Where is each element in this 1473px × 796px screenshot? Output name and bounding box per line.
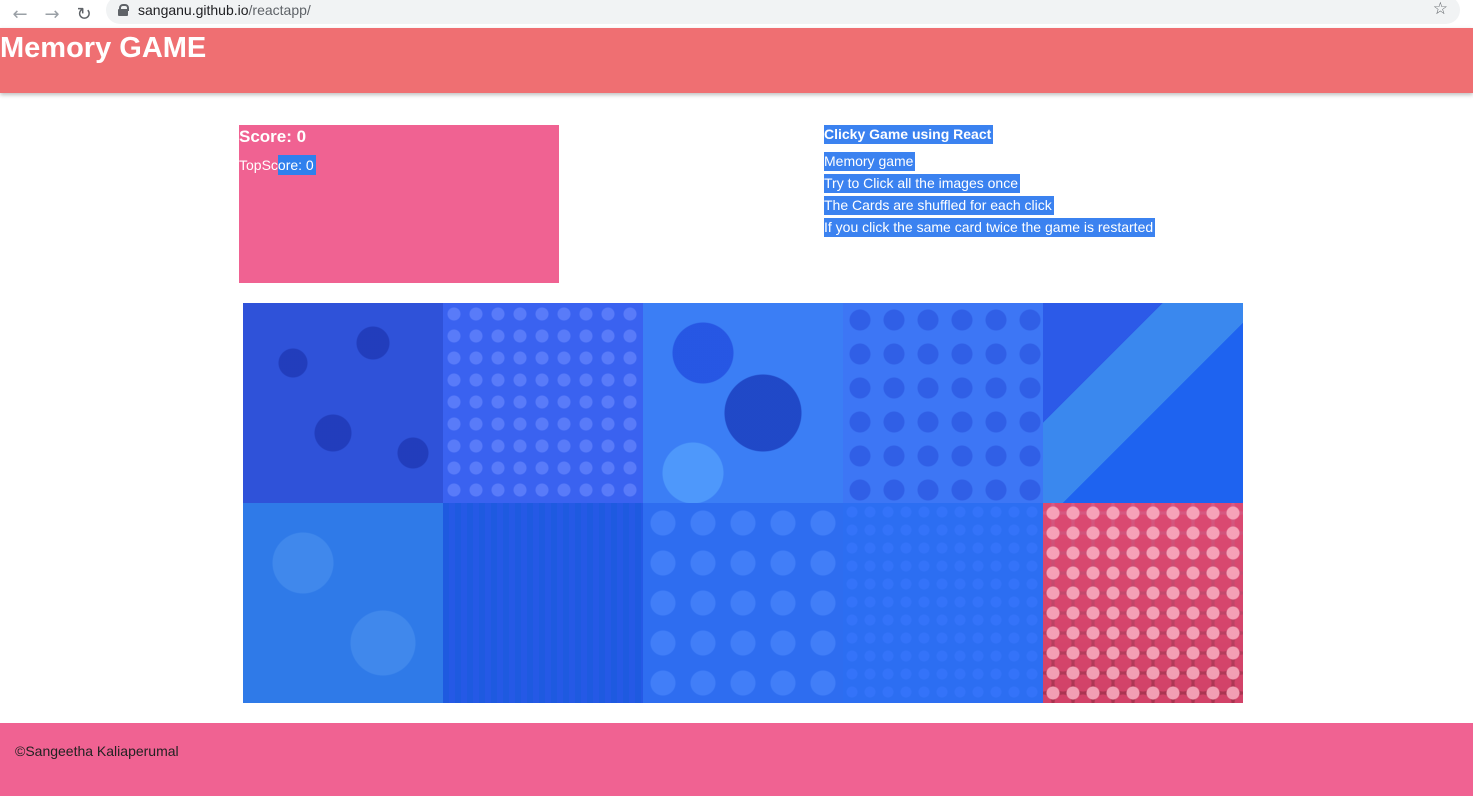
instruction-line: Memory game (824, 152, 916, 171)
instruction-line: Try to Click all the images once (824, 174, 1020, 193)
card-bouquet-blue[interactable] (843, 303, 1043, 503)
reload-icon[interactable]: ↻ (72, 2, 96, 26)
card-grid (243, 303, 1243, 703)
card-gerbera-blue[interactable] (643, 303, 843, 503)
card-pale-roses-blue[interactable] (243, 503, 443, 703)
page-title: Memory GAME (0, 32, 207, 64)
card-garden-blue[interactable] (1043, 303, 1243, 503)
instruction-line: The Cards are shuffled for each click (824, 196, 1054, 215)
arrow-right-icon[interactable]: → (40, 2, 64, 26)
card-tiny-flowers-blue[interactable] (843, 503, 1043, 703)
card-field-blue[interactable] (443, 503, 643, 703)
score-label: Score: 0 (239, 127, 307, 146)
topscore-prefix: TopSc (239, 157, 278, 173)
copyright-text: ©Sangeetha Kaliaperumal (15, 743, 179, 759)
star-icon[interactable]: ☆ (1433, 0, 1448, 19)
instruction-line: If you click the same card twice the gam… (824, 218, 1156, 237)
arrow-left-icon[interactable]: ← (8, 2, 32, 26)
topscore-value: ore: 0 (277, 155, 316, 175)
browser-toolbar: ← → ↻ sanganu.github.io/reactapp/ ☆ (0, 0, 1473, 28)
url-path: /reactapp/ (248, 2, 311, 18)
url-text[interactable]: sanganu.github.io/reactapp/ (138, 2, 311, 18)
card-small-flowers-blue[interactable] (443, 303, 643, 503)
card-azaleas-pink[interactable] (1043, 503, 1243, 703)
address-bar[interactable]: sanganu.github.io/reactapp/ ☆ (106, 0, 1460, 24)
topscore-label: TopScore: 0 (239, 155, 316, 175)
lock-icon (118, 4, 129, 16)
score-panel: Score: 0 TopScore: 0 (239, 125, 559, 283)
url-host: sanganu.github.io (138, 2, 249, 18)
instructions-title: Clicky Game using React (824, 125, 994, 144)
page-footer: ©Sangeetha Kaliaperumal (0, 723, 1473, 796)
card-roses-blue[interactable] (243, 303, 443, 503)
card-daisies-blue[interactable] (643, 503, 843, 703)
app-header: Memory GAME (0, 28, 1473, 93)
